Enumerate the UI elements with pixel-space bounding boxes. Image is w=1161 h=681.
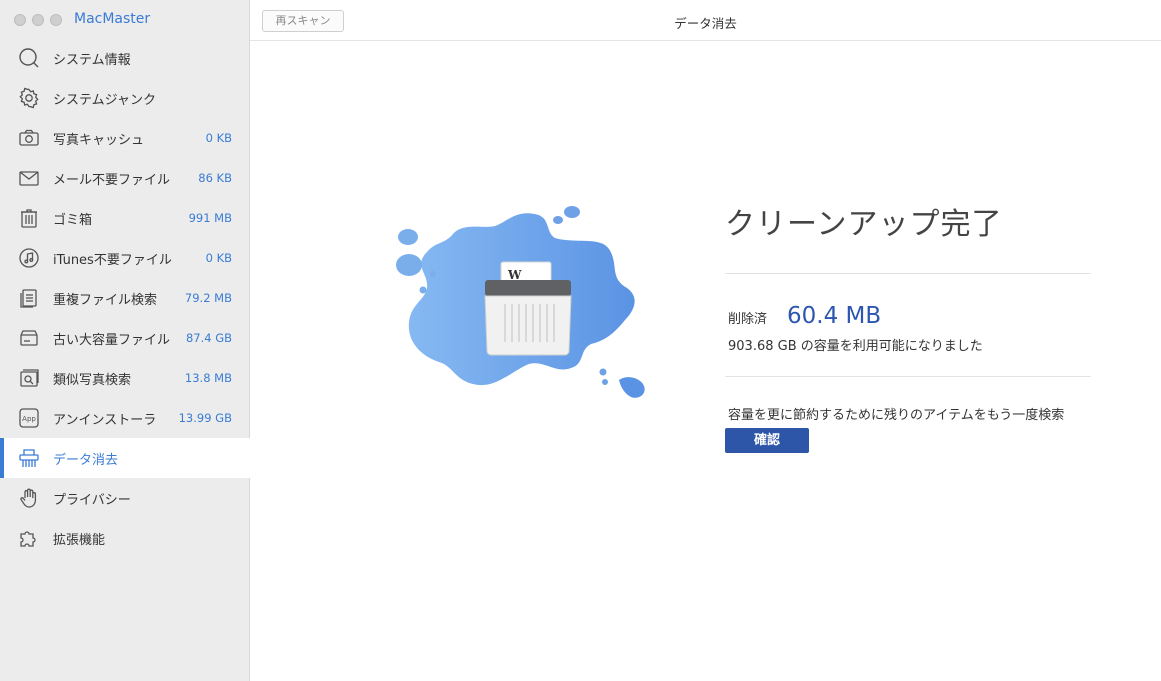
toolbar: 再スキャン データ消去 [250, 0, 1161, 41]
sidebar-item-itunes-junk[interactable]: iTunes不要ファイル 0 KB [0, 238, 250, 278]
minimize-window-button[interactable] [32, 14, 44, 26]
trash-icon [18, 207, 40, 229]
deleted-summary: 削除済 60.4 MB [728, 303, 881, 329]
sidebar-item-system-junk[interactable]: システムジャンク [0, 78, 250, 118]
sidebar-item-extensions[interactable]: 拡張機能 [0, 518, 250, 558]
sidebar-item-label: 古い大容量ファイル [53, 332, 171, 348]
sidebar-item-photo-cache[interactable]: 写真キャッシュ 0 KB [0, 118, 250, 158]
sidebar-item-label: プライバシー [53, 492, 131, 508]
sidebar-item-size: 87.4 GB [185, 331, 232, 345]
sidebar-item-size: 79.2 MB [184, 291, 232, 305]
sidebar-item-label: 類似写真検索 [53, 372, 132, 388]
sidebar-item-privacy[interactable]: プライバシー [0, 478, 250, 518]
sidebar-item-mail-junk[interactable]: メール不要ファイル 86 KB [0, 158, 250, 198]
sidebar-item-label: システムジャンク [53, 92, 156, 108]
shredder-icon [18, 447, 40, 469]
sidebar-item-trash[interactable]: ゴミ箱 991 MB [0, 198, 250, 238]
magnifier-icon [18, 47, 40, 69]
camera-icon [18, 127, 40, 149]
sidebar-item-label: 写真キャッシュ [53, 132, 145, 148]
puzzle-icon [18, 527, 40, 549]
sidebar-item-size: 991 MB [188, 211, 232, 225]
app-icon: App [18, 407, 40, 429]
mail-icon [18, 167, 40, 189]
sidebar-item-data-shredder[interactable]: データ消去 [0, 438, 250, 478]
photo-icon [18, 367, 40, 389]
sidebar-item-label: データ消去 [53, 452, 119, 468]
gear-icon [18, 87, 40, 109]
confirm-button[interactable]: 確認 [725, 428, 809, 453]
result-title: クリーンアップ完了 [725, 207, 1003, 242]
page-title: データ消去 [674, 16, 737, 31]
free-space-text: 903.68 GB の容量を利用可能になりました [728, 339, 983, 354]
sidebar-item-label: 重複ファイル検索 [53, 292, 158, 308]
divider [725, 376, 1091, 377]
sidebar-item-size: 0 KB [205, 251, 232, 265]
sidebar-item-size: 86 KB [198, 171, 232, 185]
rescan-hint: 容量を更に節約するために残りのアイテムをもう一度検索 [728, 408, 1065, 423]
drive-icon [18, 327, 40, 349]
close-window-button[interactable] [14, 14, 26, 26]
sidebar-nav: システム情報 システムジャンク 写真キャッシュ 0 KB メール不要ファイル 8… [0, 38, 250, 558]
sidebar-item-duplicates[interactable]: 重複ファイル検索 79.2 MB [0, 278, 250, 318]
svg-text:W: W [507, 268, 522, 282]
divider [725, 273, 1091, 274]
sidebar-item-size: 13.8 MB [184, 371, 232, 385]
sidebar-item-system-info[interactable]: システム情報 [0, 38, 250, 78]
hand-icon [18, 487, 40, 509]
sidebar-item-label: 拡張機能 [53, 532, 106, 548]
deleted-size-value: 60.4 MB [787, 303, 882, 329]
cleanup-result-panel: クリーンアップ完了 削除済 60.4 MB 903.68 GB の容量を利用可能… [725, 205, 1091, 453]
sidebar-item-similar-photos[interactable]: 類似写真検索 13.8 MB [0, 358, 250, 398]
deleted-label: 削除済 [728, 312, 768, 327]
sidebar-item-size: 13.99 GB [178, 411, 232, 425]
app-title: MacMaster [74, 11, 151, 27]
sidebar: MacMaster システム情報 システムジャンク 写真キャッシュ 0 KB メ… [0, 0, 250, 681]
sidebar-item-size: 0 KB [205, 131, 232, 145]
sidebar-item-label: アンインストーラ [53, 412, 157, 428]
sidebar-item-label: iTunes不要ファイル [53, 252, 172, 268]
shredder-illustration: W [395, 204, 650, 404]
zoom-window-button[interactable] [50, 14, 62, 26]
music-icon [18, 247, 40, 269]
sidebar-item-label: システム情報 [53, 52, 131, 68]
duplicate-icon [18, 287, 40, 309]
window-controls [14, 14, 62, 26]
sidebar-item-label: メール不要ファイル [53, 172, 171, 188]
sidebar-item-label: ゴミ箱 [53, 212, 93, 228]
sidebar-item-large-files[interactable]: 古い大容量ファイル 87.4 GB [0, 318, 250, 358]
svg-text:App: App [22, 415, 36, 423]
sidebar-item-uninstaller[interactable]: App アンインストーラ 13.99 GB [0, 398, 250, 438]
